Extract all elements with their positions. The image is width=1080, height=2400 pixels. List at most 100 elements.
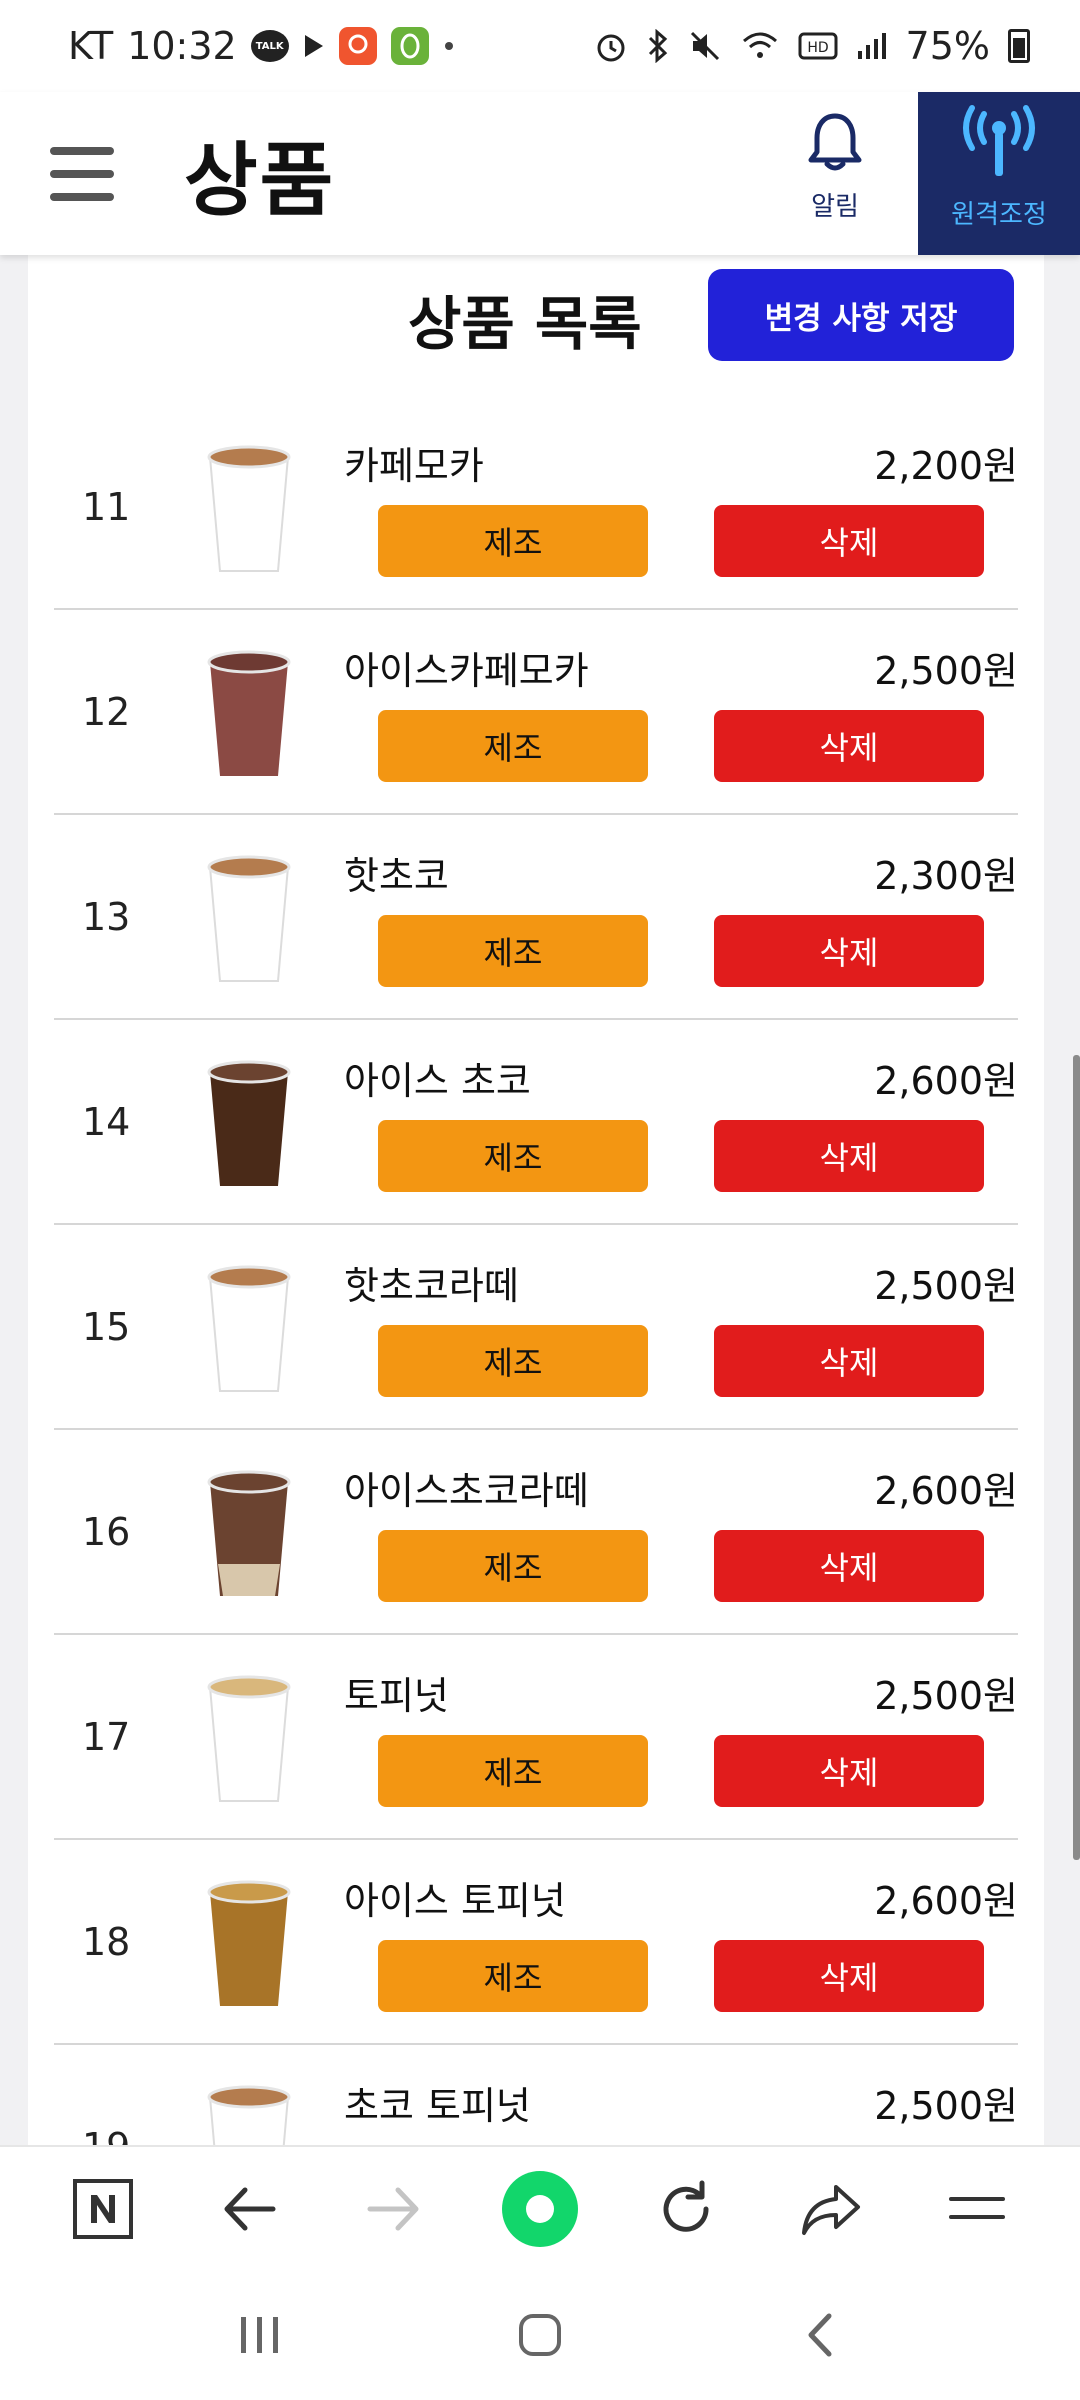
product-price: 2,500원 [874, 2084, 1018, 2128]
wifi-icon [740, 29, 780, 63]
dot-icon [443, 40, 455, 52]
recent-apps-button[interactable] [215, 2290, 305, 2380]
make-button[interactable]: 제조 [378, 1120, 648, 1192]
notification-label: 알림 [811, 192, 859, 222]
green-dot-button[interactable] [495, 2164, 585, 2254]
product-number: 16 [82, 1510, 131, 1554]
product-name: 아이스 초코 [344, 1059, 531, 1103]
browser-toolbar [0, 2145, 1080, 2270]
menu-lines-icon [949, 2196, 1006, 2219]
make-button[interactable]: 제조 [378, 1940, 648, 2012]
product-price: 2,500원 [874, 649, 1018, 693]
product-row: 12 아이스카페모카 2,500원 제조 삭제 [54, 610, 1018, 815]
play-icon [303, 33, 325, 59]
back-button[interactable] [204, 2164, 294, 2254]
product-row: 15 핫초코라떼 2,500원제조 삭제 [54, 1225, 1018, 1430]
menu-icon[interactable] [50, 146, 114, 201]
product-number: 18 [82, 1920, 131, 1964]
delete-button[interactable]: 삭제 [714, 1735, 984, 1807]
system-back-button[interactable] [775, 2290, 865, 2380]
page-title: 상품 [184, 133, 336, 227]
product-name: 핫초코라떼 [344, 1264, 519, 1308]
product-number: 14 [82, 1100, 131, 1144]
bell-icon [808, 113, 862, 171]
app-notification-icon [338, 27, 377, 65]
delete-button[interactable]: 삭제 [714, 1940, 984, 2012]
product-price: 2,500원 [874, 1264, 1018, 1308]
delete-button[interactable]: 삭제 [714, 710, 984, 782]
share-arrow-icon [802, 2184, 861, 2235]
status-bar: KT 10:32 TALK HD 75% [0, 0, 1080, 92]
product-number: 17 [82, 1715, 131, 1759]
remote-control-label: 원격조정 [951, 200, 1047, 230]
product-number: 12 [82, 690, 131, 734]
product-name: 아이스초코라떼 [344, 1469, 589, 1513]
delete-button[interactable]: 삭제 [714, 1530, 984, 1602]
refresh-icon [663, 2180, 709, 2232]
product-rows: 11 카페모카 2,200원 제조 삭제 12 아이스카페모카 2,500원 제조 삭제 13 핫초코… [54, 405, 1018, 2145]
product-name: 초코 토피넛 [344, 2084, 531, 2128]
product-image [204, 2083, 294, 2145]
product-image [204, 443, 294, 577]
product-number: 13 [82, 895, 131, 939]
delete-button[interactable]: 삭제 [714, 505, 984, 577]
kakaotalk-icon: TALK [250, 30, 289, 62]
notification-button[interactable]: 알림 [790, 110, 880, 223]
green-circle-icon [501, 2170, 578, 2247]
hd-icon: HD [798, 31, 838, 61]
app-header: 상품 알림 원격조정 [0, 92, 1080, 255]
product-list-card: 상품 목록 변경 사항 저장 11 카페모카 2,200원 제조 삭제 12 아이스카페모카… [28, 255, 1044, 2145]
product-image [204, 1468, 294, 1602]
product-name: 핫초코 [344, 854, 449, 898]
product-price: 2,600원 [874, 1879, 1018, 1923]
product-number: 11 [82, 485, 131, 529]
browser-menu-button[interactable] [932, 2164, 1022, 2254]
clock-text: 10:32 [127, 24, 237, 68]
product-price: 2,300원 [874, 854, 1018, 898]
make-button[interactable]: 제조 [378, 505, 648, 577]
alarm-icon [594, 29, 628, 63]
antenna-icon [963, 105, 1035, 176]
product-image [204, 853, 294, 987]
make-button[interactable]: 제조 [378, 915, 648, 987]
product-image [204, 648, 294, 782]
save-changes-button[interactable]: 변경 사항 저장 [708, 269, 1014, 361]
delete-button[interactable]: 삭제 [714, 1325, 984, 1397]
arrow-left-icon [224, 2187, 276, 2230]
scrollbar[interactable] [1073, 1055, 1080, 1860]
product-image [204, 1878, 294, 2012]
share-button[interactable] [786, 2164, 876, 2254]
product-name: 카페모카 [344, 444, 484, 488]
product-price: 2,600원 [874, 1059, 1018, 1103]
product-image [204, 1263, 294, 1397]
product-number: 15 [82, 1305, 131, 1349]
product-name: 아이스 토피넛 [344, 1879, 566, 1923]
product-price: 2,200원 [874, 444, 1018, 488]
product-price: 2,600원 [874, 1469, 1018, 1513]
carrier-text: KT [68, 24, 114, 68]
home-icon [519, 2314, 561, 2356]
refresh-button[interactable] [641, 2164, 731, 2254]
product-number: 19 [82, 2125, 130, 2145]
product-row: 19초코 토피넛2,500원제조삭제 [54, 2045, 1018, 2145]
make-button[interactable]: 제조 [378, 710, 648, 782]
make-button[interactable]: 제조 [378, 1530, 648, 1602]
app-notification-icon-2 [390, 27, 429, 65]
naver-home-button[interactable] [58, 2164, 148, 2254]
screen: KT 10:32 TALK HD 75% 상품 알림 원격조정 상품 목록 변경… [0, 0, 1080, 2400]
product-row: 14 아이스 초코 2,600원제조 삭제 [54, 1020, 1018, 1225]
product-name: 토피넛 [344, 1674, 449, 1718]
system-nav-bar [0, 2270, 1080, 2400]
product-row: 16 아이스초코라떼 2,600원제조 삭제 [54, 1430, 1018, 1635]
remote-control-button[interactable]: 원격조정 [918, 92, 1080, 255]
product-row: 18 아이스 토피넛 2,600원제조 삭제 [54, 1840, 1018, 2045]
battery-icon [1008, 29, 1030, 63]
make-button[interactable]: 제조 [378, 1735, 648, 1807]
list-title: 상품 목록 [408, 290, 642, 358]
delete-button[interactable]: 삭제 [714, 915, 984, 987]
make-button[interactable]: 제조 [378, 1325, 648, 1397]
home-button[interactable] [495, 2290, 585, 2380]
svg-text:HD: HD [807, 40, 828, 56]
forward-button[interactable] [349, 2164, 439, 2254]
delete-button[interactable]: 삭제 [714, 1120, 984, 1192]
